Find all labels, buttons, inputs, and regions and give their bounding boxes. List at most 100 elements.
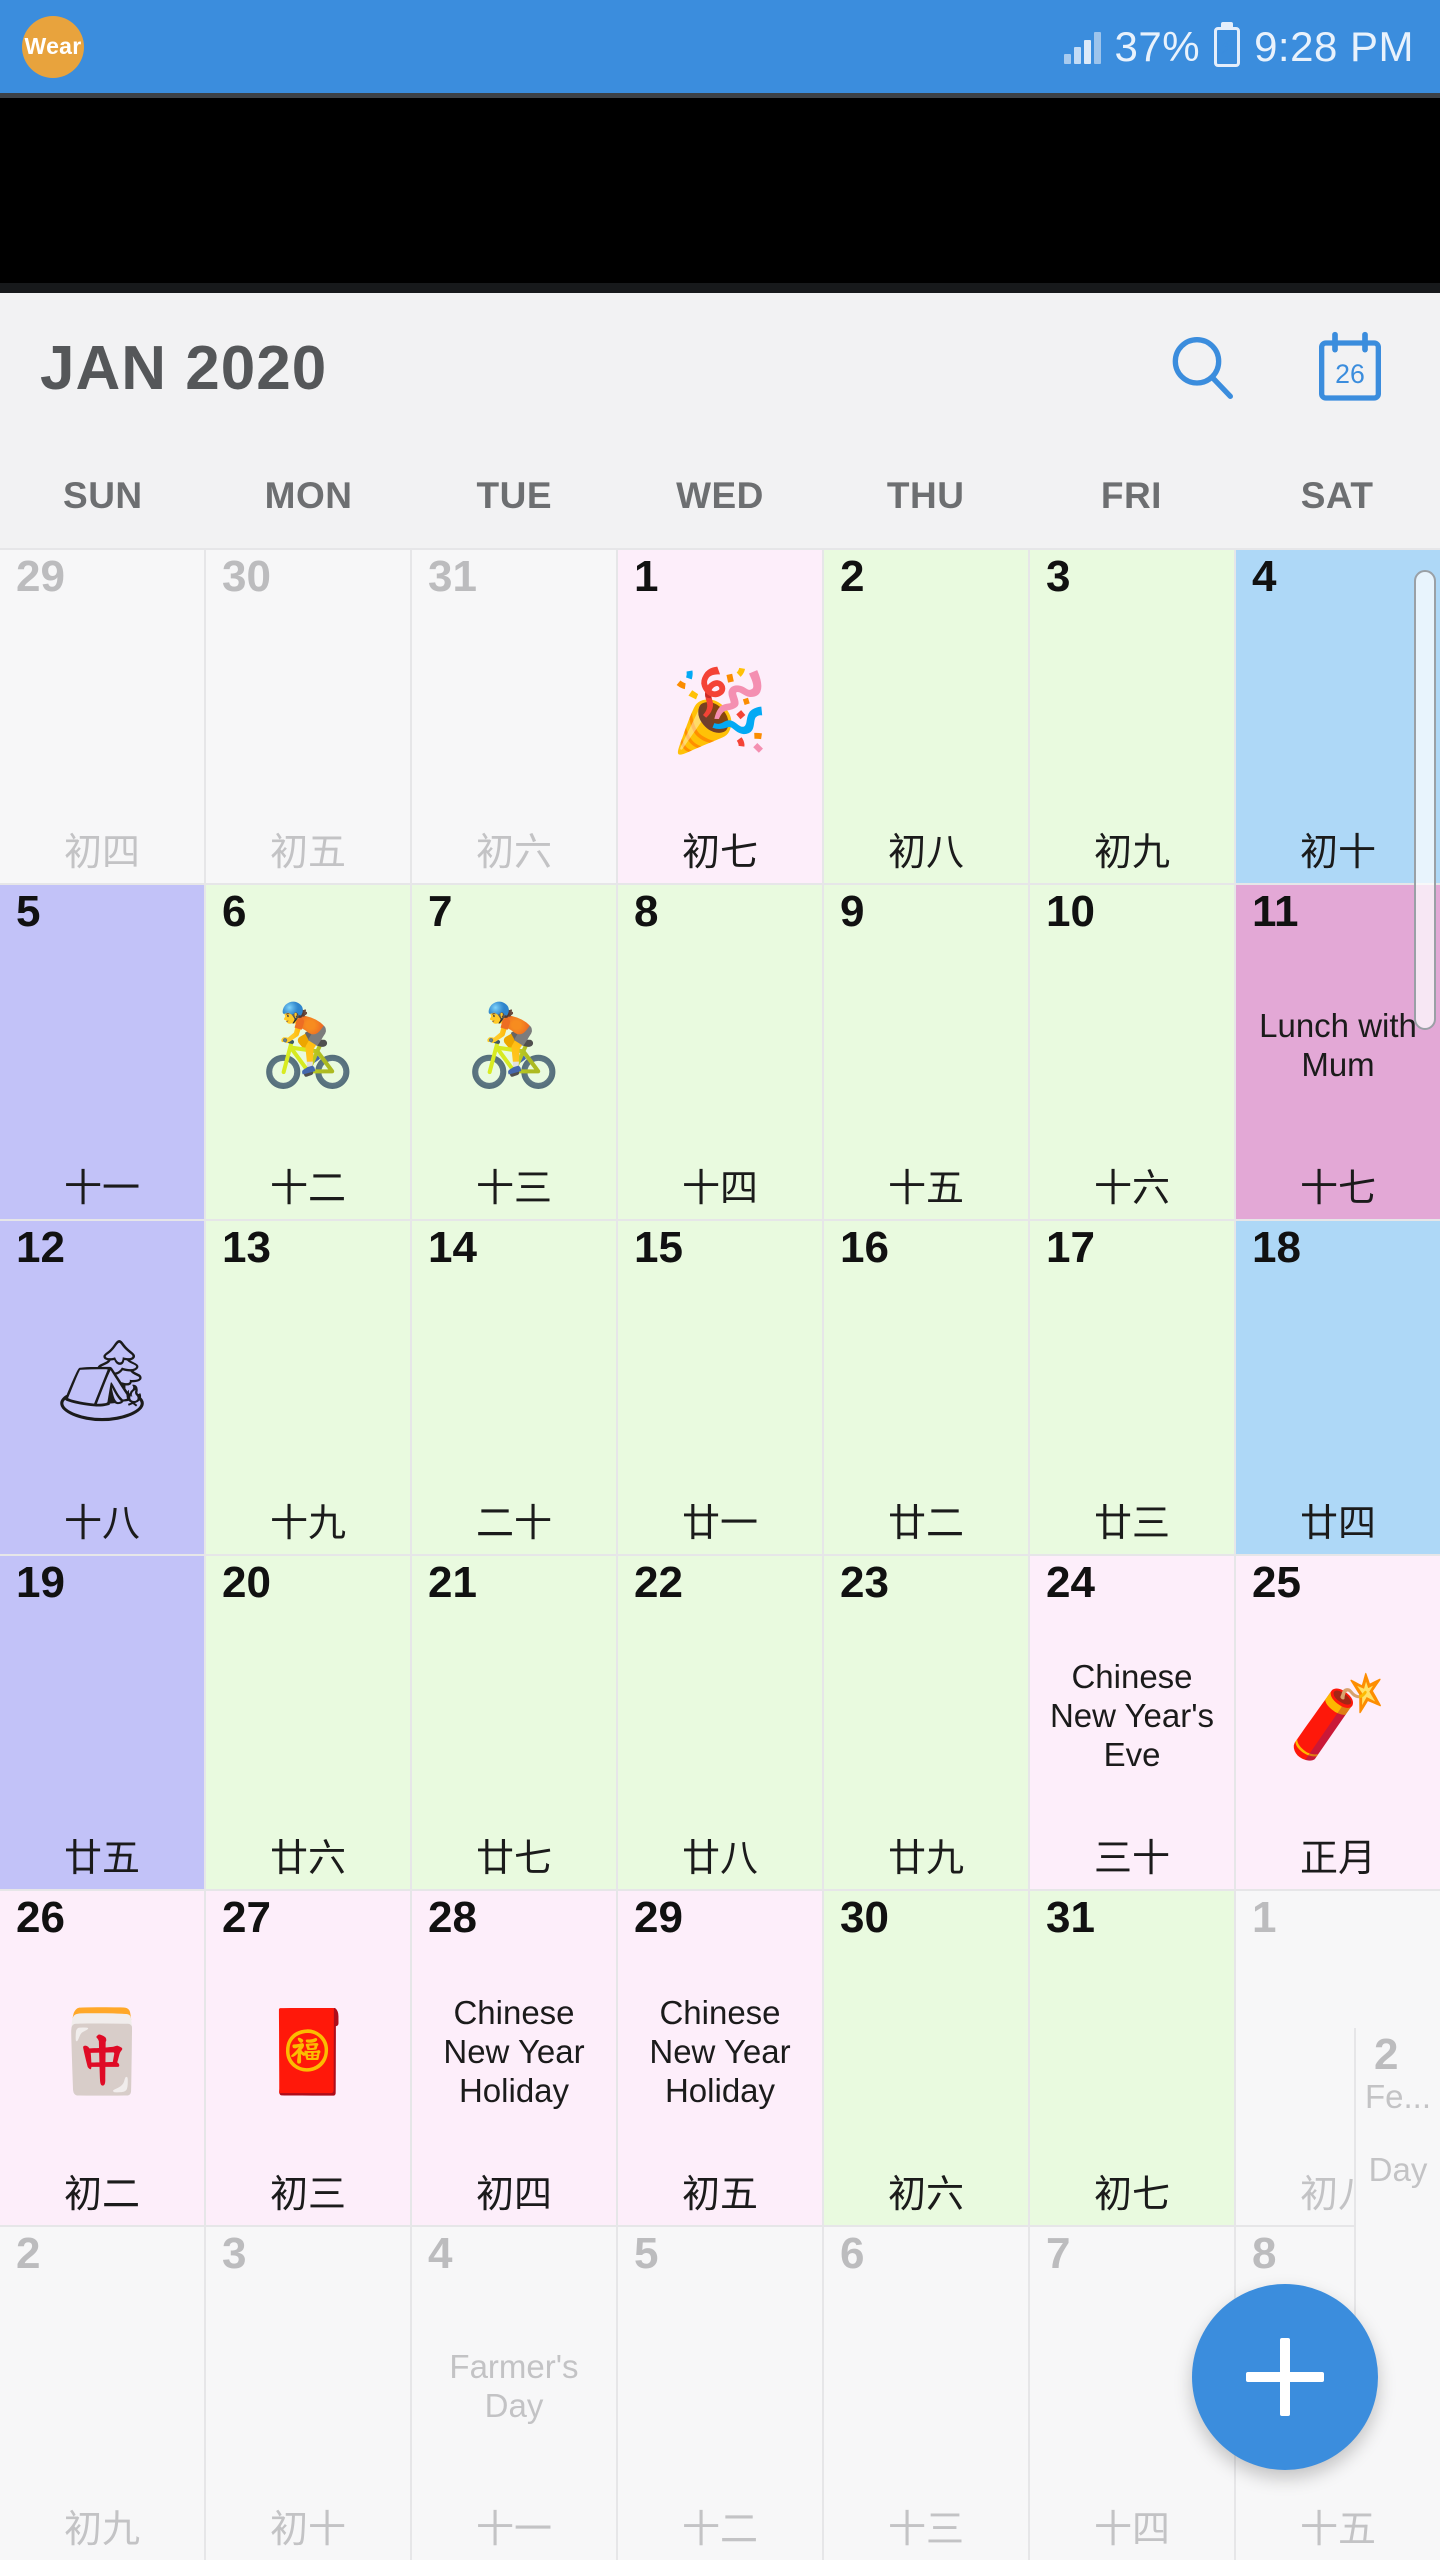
day-cell[interactable]: 26 🀄 初二 <box>0 1891 204 2225</box>
lunar-date-label: 廿二 <box>887 1501 964 1545</box>
day-cell[interactable]: 15 廿一 <box>618 1220 822 1554</box>
lunar-date-label: 廿七 <box>475 1836 552 1881</box>
day-cell[interactable]: 24 Chinese New Year's Eve 三十 <box>1030 1556 1234 1890</box>
day-number: 7 <box>428 887 453 937</box>
event-emoji-icon: 🚴 <box>258 1001 358 1091</box>
day-event-label <box>618 936 822 1157</box>
day-number: 6 <box>222 887 247 937</box>
day-cell[interactable]: 13 十九 <box>206 1220 410 1554</box>
day-cell[interactable]: 6 🚴 十二 <box>206 885 410 1219</box>
day-emoji: 🧧 <box>206 1942 410 2163</box>
day-cell[interactable]: 11 Lunch with Mum 十七 <box>1236 885 1440 1219</box>
lunar-date-label: 廿九 <box>887 1836 964 1881</box>
day-event-label <box>1030 936 1234 1157</box>
day-cell[interactable]: 2 初九 <box>0 2226 204 2560</box>
day-cell[interactable]: 30 初六 <box>824 1891 1028 2225</box>
day-cell[interactable]: 2 初八 <box>824 550 1028 884</box>
day-cell[interactable]: 5 十一 <box>0 885 204 1219</box>
lunar-date-label: 初八 <box>887 830 964 875</box>
day-cell[interactable]: 18 廿四 <box>1236 1220 1440 1554</box>
day-cell[interactable]: 19 廿五 <box>0 1556 204 1890</box>
ad-banner[interactable] <box>0 93 1440 293</box>
day-emoji: 🧨 <box>1236 1606 1440 1827</box>
day-number: 18 <box>1252 1222 1301 1272</box>
day-cell[interactable]: 25 🧨 正月 <box>1236 1556 1440 1890</box>
lunar-date-label: 正月 <box>1299 1836 1376 1881</box>
day-cell[interactable]: 21 廿七 <box>412 1556 616 1890</box>
day-cell[interactable]: 4 Farmer's Day 十一 <box>412 2226 616 2560</box>
day-number: 6 <box>840 2228 865 2278</box>
lunar-date-label: 廿三 <box>1093 1501 1170 1545</box>
day-cell[interactable]: 16 廿二 <box>824 1220 1028 1554</box>
day-emoji: 🚴 <box>206 936 410 1157</box>
day-cell[interactable]: 1 🎉 初七 <box>618 550 822 884</box>
day-event-label <box>1236 600 1440 821</box>
day-cell[interactable]: 8 十四 <box>618 885 822 1219</box>
day-cell[interactable]: 31 初六 <box>412 550 616 884</box>
event-emoji-icon: 🧧 <box>258 2007 358 2097</box>
vertical-scrollbar[interactable] <box>1414 570 1436 1030</box>
day-event-label <box>0 2277 204 2498</box>
day-cell[interactable]: 23 廿九 <box>824 1556 1028 1890</box>
day-event-label <box>0 1606 204 1827</box>
day-cell[interactable]: 22 廿八 <box>618 1556 822 1890</box>
day-event-label <box>206 600 410 821</box>
day-cell[interactable]: 3 初十 <box>206 2226 410 2560</box>
weekday-label-wed: WED <box>676 474 764 516</box>
day-cell[interactable]: 29 Chinese New Year Holiday 初五 <box>618 1891 822 2225</box>
day-event-label: Farmer's Day <box>449 2348 579 2425</box>
lunar-date-label: 三十 <box>1093 1836 1170 1881</box>
add-event-fab[interactable] <box>1192 2284 1378 2470</box>
edge-column-event: Fe... Day <box>1356 2078 1440 2190</box>
day-number: 30 <box>222 552 271 601</box>
lunar-date-label: 初十 <box>1299 830 1376 875</box>
day-event-label <box>824 2277 1028 2498</box>
lunar-date-label: 初六 <box>887 2171 964 2216</box>
clock-label: 9:28 PM <box>1254 22 1414 70</box>
day-event-label: Chinese New Year Holiday <box>443 1993 585 2109</box>
search-button[interactable] <box>1156 322 1248 414</box>
lunar-date-label: 二十 <box>475 1501 552 1545</box>
day-cell[interactable]: 27 🧧 初三 <box>206 1891 410 2225</box>
header-actions: 26 <box>1156 322 1396 414</box>
day-cell[interactable]: 31 初七 <box>1030 1891 1234 2225</box>
wear-notification-badge[interactable]: Wear <box>22 15 84 78</box>
lunar-date-label: 廿一 <box>681 1501 758 1545</box>
overflow-edge-column[interactable]: 2 Fe... Day <box>1354 2028 1440 2362</box>
jump-to-today-button[interactable]: 26 <box>1304 322 1396 414</box>
day-number: 3 <box>1046 552 1071 601</box>
day-event-label <box>618 1606 822 1827</box>
lunar-date-label: 廿五 <box>63 1836 140 1881</box>
day-event-label <box>824 1942 1028 2163</box>
day-cell[interactable]: 17 廿三 <box>1030 1220 1234 1554</box>
day-cell[interactable]: 28 Chinese New Year Holiday 初四 <box>412 1891 616 2225</box>
event-emoji-icon: 🎉 <box>670 665 770 755</box>
app-header: JAN 2020 26 <box>0 293 1440 443</box>
battery-percent-label: 37% <box>1114 22 1201 70</box>
day-cell[interactable]: 29 初四 <box>0 550 204 884</box>
today-icon-day-label: 26 <box>1335 359 1365 389</box>
day-cell[interactable]: 4 初十 <box>1236 550 1440 884</box>
lunar-date-label: 初四 <box>63 830 140 875</box>
lunar-date-label: 初九 <box>1093 830 1170 875</box>
day-event-label <box>824 936 1028 1157</box>
day-cell[interactable]: 14 二十 <box>412 1220 616 1554</box>
day-cell[interactable]: 10 十六 <box>1030 885 1234 1219</box>
day-cell[interactable]: 3 初九 <box>1030 550 1234 884</box>
lunar-date-label: 初九 <box>63 2507 140 2551</box>
day-cell[interactable]: 6 十三 <box>824 2226 1028 2560</box>
lunar-date-label: 十二 <box>681 2507 758 2551</box>
day-cell[interactable]: 7 🚴 十三 <box>412 885 616 1219</box>
lunar-date-label: 十四 <box>1093 2507 1170 2551</box>
day-cell[interactable]: 5 十二 <box>618 2226 822 2560</box>
day-cell[interactable]: 30 初五 <box>206 550 410 884</box>
day-cell[interactable]: 12 🏕 十八 <box>0 1220 204 1554</box>
day-number: 26 <box>16 1893 65 1943</box>
lunar-date-label: 廿八 <box>681 1836 758 1881</box>
day-cell[interactable]: 20 廿六 <box>206 1556 410 1890</box>
lunar-date-label: 十一 <box>475 2507 552 2551</box>
edge-column-event-line2: Day <box>1368 2151 1428 2189</box>
day-cell[interactable]: 9 十五 <box>824 885 1028 1219</box>
calendar-today-icon: 26 <box>1319 331 1381 401</box>
day-event-label <box>412 600 616 821</box>
